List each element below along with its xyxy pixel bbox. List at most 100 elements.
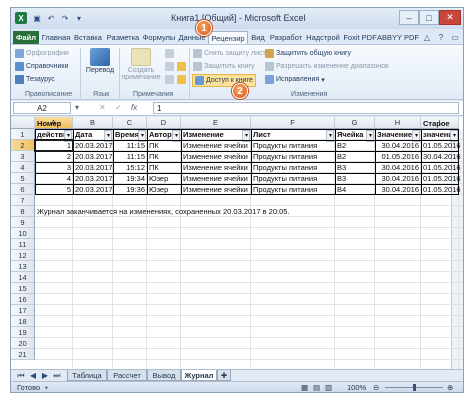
first-sheet-icon[interactable]: ⏮ (15, 370, 27, 381)
table-row-line (35, 151, 459, 152)
enter-icon[interactable]: ✓ (115, 103, 122, 112)
row-header-16[interactable]: 16 (11, 294, 35, 305)
unprotect-sheet-button[interactable]: Снять защиту листа (193, 49, 270, 58)
row-header-14[interactable]: 14 (11, 272, 35, 283)
undo-icon[interactable]: ↶ (45, 12, 57, 24)
column-header-g[interactable]: G (335, 117, 375, 129)
research-button[interactable]: Справочники (15, 62, 68, 71)
allow-ranges-button[interactable]: Разрешить изменение диапазонов (265, 62, 389, 71)
minimize-ribbon-icon[interactable]: △ (421, 31, 433, 43)
zoom-slider-thumb[interactable] (413, 384, 416, 391)
track-changes-button[interactable]: Исправления ▾ (265, 75, 325, 84)
protect-share-button[interactable]: Защитить общую книгу (265, 49, 351, 58)
row-header-21[interactable]: 21 (11, 349, 35, 360)
next-sheet-icon[interactable]: ▶ (39, 370, 51, 381)
new-comment-button[interactable]: Создать примечание (121, 48, 161, 81)
row-header-8[interactable]: 8 (11, 206, 35, 217)
comment-nav-icon-1[interactable] (165, 49, 176, 58)
tab-file[interactable]: Файл (13, 31, 39, 44)
save-icon[interactable]: ▣ (31, 12, 43, 24)
tab-review[interactable]: Рецензир (208, 31, 248, 44)
row-header-11[interactable]: 11 (11, 239, 35, 250)
last-sheet-icon[interactable]: ⏭ (51, 370, 63, 381)
row-header-3[interactable]: 3 (11, 151, 35, 162)
protect-book-button[interactable]: Защитить книгу (193, 62, 255, 71)
select-all-corner[interactable] (11, 117, 35, 129)
row-header-5[interactable]: 5 (11, 173, 35, 184)
cell[interactable]: Номер (35, 119, 73, 129)
worksheet-grid[interactable]: A B C D E F G H I 1 2 3 4 5 6 7 8 9 10 11 12 13 14 15 16 17 18 19 20… (11, 117, 463, 369)
column-header-d[interactable]: D (147, 117, 181, 129)
excel-app-icon[interactable]: X (15, 12, 27, 24)
active-cell-selection[interactable] (34, 139, 74, 152)
comment-icon (131, 48, 151, 66)
row-header-13[interactable]: 13 (11, 261, 35, 272)
column-header-f[interactable]: F (251, 117, 335, 129)
sheet-tab-journal[interactable]: Журнал (181, 370, 217, 381)
row-header-4[interactable]: 4 (11, 162, 35, 173)
spelling-button[interactable]: Орфография (15, 49, 69, 58)
prev-sheet-icon[interactable]: ◀ (27, 370, 39, 381)
maximize-button[interactable]: □ (419, 10, 439, 25)
row-header-10[interactable]: 10 (11, 228, 35, 239)
row-header-9[interactable]: 9 (11, 217, 35, 228)
zoom-out-icon[interactable]: ⊖ (373, 382, 379, 392)
sheet-tab-calc[interactable]: Рассчет (107, 370, 147, 381)
normal-view-icon[interactable]: ▦ (301, 382, 308, 392)
row-header-18[interactable]: 18 (11, 316, 35, 327)
minimize-button[interactable]: – (399, 10, 419, 25)
formula-input[interactable]: 1 (153, 102, 459, 114)
redo-icon[interactable]: ↷ (59, 12, 71, 24)
tab-insert[interactable]: Вставка (72, 31, 104, 44)
insert-sheet-icon[interactable]: ✚ (217, 370, 231, 381)
row-header-6[interactable]: 6 (11, 184, 35, 195)
page-layout-view-icon[interactable]: ▤ (313, 382, 320, 392)
name-box-dropdown-icon[interactable]: ▾ (75, 103, 79, 112)
thesaurus-icon (15, 75, 24, 84)
row-header-1[interactable]: 1 (11, 129, 35, 140)
row-header-7[interactable]: 7 (11, 195, 35, 206)
macro-record-icon[interactable]: ▪ (45, 382, 48, 392)
show-all-comments-icon[interactable] (177, 75, 188, 84)
close-button[interactable]: ✕ (439, 10, 461, 25)
zoom-level[interactable]: 100% (347, 382, 366, 392)
row-header-20[interactable]: 20 (11, 338, 35, 349)
column-header-h[interactable]: H (375, 117, 421, 129)
page-break-view-icon[interactable]: ▥ (325, 382, 332, 392)
column-header-c[interactable]: C (113, 117, 147, 129)
translate-button[interactable]: Перевод (84, 48, 116, 74)
row-header-17[interactable]: 17 (11, 305, 35, 316)
group-label-comments: Примечания (133, 91, 174, 98)
tab-addins[interactable]: Надстрой (305, 31, 341, 44)
insert-function-icon[interactable]: fx (131, 103, 137, 112)
tab-home[interactable]: Главная (41, 31, 71, 44)
name-box[interactable]: A2 (13, 102, 71, 114)
column-header-e[interactable]: E (181, 117, 251, 129)
row-header-12[interactable]: 12 (11, 250, 35, 261)
tab-view[interactable]: Вид (249, 31, 267, 44)
row-header-19[interactable]: 19 (11, 327, 35, 338)
sheet-tab-table[interactable]: Таблица (67, 370, 107, 381)
table-col-line (421, 129, 422, 195)
tab-developer[interactable]: Разработ (268, 31, 304, 44)
comment-nav-icon-2[interactable] (165, 62, 176, 71)
row-header-15[interactable]: 15 (11, 283, 35, 294)
sheet-tab-output[interactable]: Вывод (147, 370, 181, 381)
tab-foxit-pdf[interactable]: Foxit PDF (342, 31, 378, 44)
thesaurus-button[interactable]: Тезаурус (15, 75, 55, 84)
step-1-callout: 1 (196, 20, 212, 36)
column-header-b[interactable]: B (73, 117, 113, 129)
restore-icon[interactable]: ▭ (449, 31, 461, 43)
tab-page-layout[interactable]: Разметка (105, 31, 141, 44)
row-header-2[interactable]: 2 (11, 140, 35, 151)
comment-nav-icon-3[interactable] (165, 75, 176, 84)
book-lock-icon (193, 62, 202, 71)
show-comment-icon[interactable] (177, 62, 188, 71)
tab-abbyy-pdf[interactable]: ABBYY PDF (377, 31, 419, 44)
zoom-in-icon[interactable]: ⊕ (447, 382, 453, 392)
cell[interactable]: Старое (421, 119, 459, 129)
help-icon[interactable]: ? (435, 31, 447, 43)
cancel-icon[interactable]: ✕ (99, 103, 106, 112)
customize-toolbar-icon[interactable]: ▾ (73, 12, 85, 24)
tab-formulas[interactable]: Формулы (142, 31, 176, 44)
